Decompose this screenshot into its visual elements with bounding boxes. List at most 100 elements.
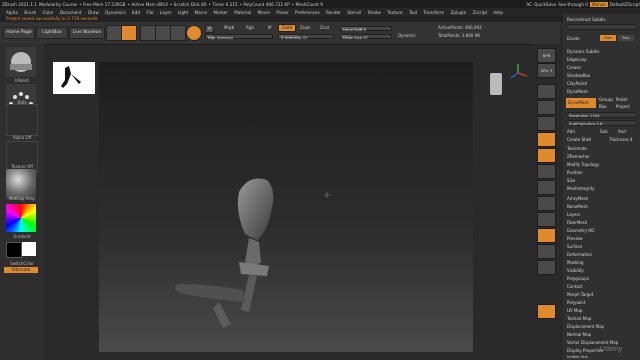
canvas-viewport[interactable] [99, 62, 473, 352]
navigation-cube-icon[interactable] [490, 73, 502, 95]
switch-color-button[interactable]: SwitchColor [0, 261, 44, 266]
z-intensity-slider[interactable]: Z Intensity 37 [278, 34, 334, 40]
thickness-slider[interactable]: Thickness 4 [609, 137, 633, 142]
claypolish-item[interactable]: ClayPolish [567, 81, 587, 86]
color-picker[interactable] [6, 204, 36, 232]
bpr-button[interactable]: BPR [537, 48, 556, 63]
menu-file[interactable]: File [146, 10, 153, 15]
menu-material[interactable]: Material [234, 10, 251, 15]
move-view-button[interactable] [537, 148, 556, 163]
position-item[interactable]: Position [567, 170, 583, 175]
arraymesh-item[interactable]: ArrayMesh [567, 196, 588, 201]
fibermesh-item[interactable]: FiberMesh [567, 220, 587, 225]
uv-map-item[interactable]: UV Map [567, 308, 582, 313]
menu-picker[interactable]: Picker [276, 10, 288, 15]
menu-stencil[interactable]: Stencil [347, 10, 361, 15]
draw-size-slider[interactable]: Draw Size 37 [340, 34, 392, 40]
dynamic-persp-button[interactable] [537, 304, 556, 319]
edgeloop-item[interactable]: EdgeLoop [567, 57, 587, 62]
live-boolean-button[interactable]: Live Boolean [69, 27, 105, 39]
menu-marker[interactable]: Marker [213, 10, 227, 15]
divide-button[interactable]: Divide [567, 36, 580, 41]
alternate-button[interactable]: Alternate [4, 267, 38, 273]
masking-item[interactable]: Masking [567, 260, 584, 265]
persp-button[interactable] [537, 84, 556, 99]
deformation-item[interactable]: Deformation [567, 252, 592, 257]
zoom3d-button[interactable] [537, 164, 556, 179]
rotate-view-button[interactable] [537, 180, 556, 195]
focal-shift-slider[interactable]: Focal Shift 0 [340, 26, 392, 32]
menu-transform[interactable]: Transform [423, 10, 444, 15]
polyf-button[interactable] [537, 196, 556, 211]
main-color-swatch[interactable] [6, 242, 22, 258]
menu-document[interactable]: Document [60, 10, 82, 15]
morph-target-item[interactable]: Morph Target [567, 292, 593, 297]
material-thumbnail[interactable] [6, 169, 36, 199]
displacement-map-item[interactable]: Displacement Map [567, 324, 604, 329]
xpose-button[interactable] [537, 260, 556, 275]
edit-icon[interactable] [106, 25, 122, 41]
polish-toggle[interactable]: Polish [616, 97, 628, 102]
menu-movie[interactable]: Movie [258, 10, 270, 15]
default-zscript-button[interactable]: DefaultZScript [610, 2, 640, 7]
create-shell-button[interactable]: Create Shell [567, 137, 591, 142]
move-icon[interactable] [140, 25, 156, 41]
menu-zscript[interactable]: Zscript [473, 10, 488, 15]
rgb-intensity-slider[interactable]: Rgb Intensity [205, 34, 273, 40]
a-toggle[interactable]: A [205, 25, 214, 33]
reconstruct-bar[interactable] [566, 24, 637, 30]
menu-dynamics[interactable]: Dynamics [105, 10, 126, 15]
brush-sphere-icon[interactable] [186, 25, 202, 41]
floor-button[interactable] [537, 100, 556, 115]
add-button[interactable]: Add [567, 129, 575, 134]
dynamic-subdiv-item[interactable]: Dynamic Subdiv [567, 49, 600, 54]
lightbox-button[interactable]: LightBox [36, 27, 68, 39]
groups-toggle[interactable]: Groups [599, 97, 613, 102]
zremesher-item[interactable]: ZRemesher [567, 154, 590, 159]
menus-button[interactable]: Menus [589, 1, 608, 7]
menu-light[interactable]: Light [178, 10, 188, 15]
meshintegrity-item[interactable]: MeshIntegrity [567, 186, 595, 191]
surface-item[interactable]: Surface [567, 244, 582, 249]
menu-edit[interactable]: Edit [132, 10, 140, 15]
ghost-button[interactable] [537, 228, 556, 243]
dynamesh-header[interactable]: DynaMesh [567, 89, 588, 94]
polypaint-item[interactable]: Polypaint [567, 300, 585, 305]
resolution-slider[interactable]: Resolution 1504 [566, 112, 637, 118]
tool-thumbnail[interactable] [53, 62, 95, 94]
rgb-button[interactable]: Rgb [246, 25, 254, 30]
menu-draw[interactable]: Draw [88, 10, 99, 15]
mrgb-button[interactable]: Mrgb [224, 25, 234, 30]
menu-help[interactable]: Help [493, 10, 503, 15]
brush-thumbnail[interactable] [6, 47, 36, 77]
display-properties-item[interactable]: Display Properties [567, 348, 603, 353]
tessimate-item[interactable]: Tessimate [567, 146, 587, 151]
unified-skin-item[interactable]: Unified Skin [567, 355, 588, 359]
menu-macro[interactable]: Macro [194, 10, 207, 15]
layers-item[interactable]: Layers [567, 212, 580, 217]
zsub-button[interactable]: Zsub [300, 25, 310, 30]
menu-texture[interactable]: Texture [387, 10, 402, 15]
zadd-button[interactable]: Zadd [278, 24, 296, 32]
quicksave-button[interactable]: QuickSave [534, 2, 556, 7]
contact-item[interactable]: Contact [567, 284, 583, 289]
dynamic-button[interactable]: Dynamic [398, 33, 416, 38]
preview-item[interactable]: Preview [567, 236, 583, 241]
project-toggle[interactable]: Project [616, 104, 630, 109]
menu-tool[interactable]: Tool [409, 10, 417, 15]
draw-icon[interactable] [121, 25, 137, 41]
suv-toggle[interactable]: Suv [618, 35, 634, 41]
reconstruct-subdiv-button[interactable]: Reconstruct Subdiv [567, 17, 606, 22]
vector-displacement-map-item[interactable]: Vector Displacement Map [567, 340, 618, 345]
ac-button[interactable]: AC [526, 2, 532, 7]
smt-toggle[interactable]: Smt [600, 35, 616, 41]
see-through-slider[interactable]: See-through 0 [558, 2, 588, 7]
menu-alpha[interactable]: Alpha [6, 10, 18, 15]
zcut-button[interactable]: Zcut [320, 25, 329, 30]
polygroups-item[interactable]: Polygroups [567, 276, 589, 281]
menu-color[interactable]: Color [43, 10, 54, 15]
sub-button[interactable]: Sub [600, 129, 608, 134]
home-page-button[interactable]: Home Page [3, 27, 35, 39]
spix-button[interactable]: SPix 3 [537, 63, 556, 78]
menu-layer[interactable]: Layer [160, 10, 172, 15]
